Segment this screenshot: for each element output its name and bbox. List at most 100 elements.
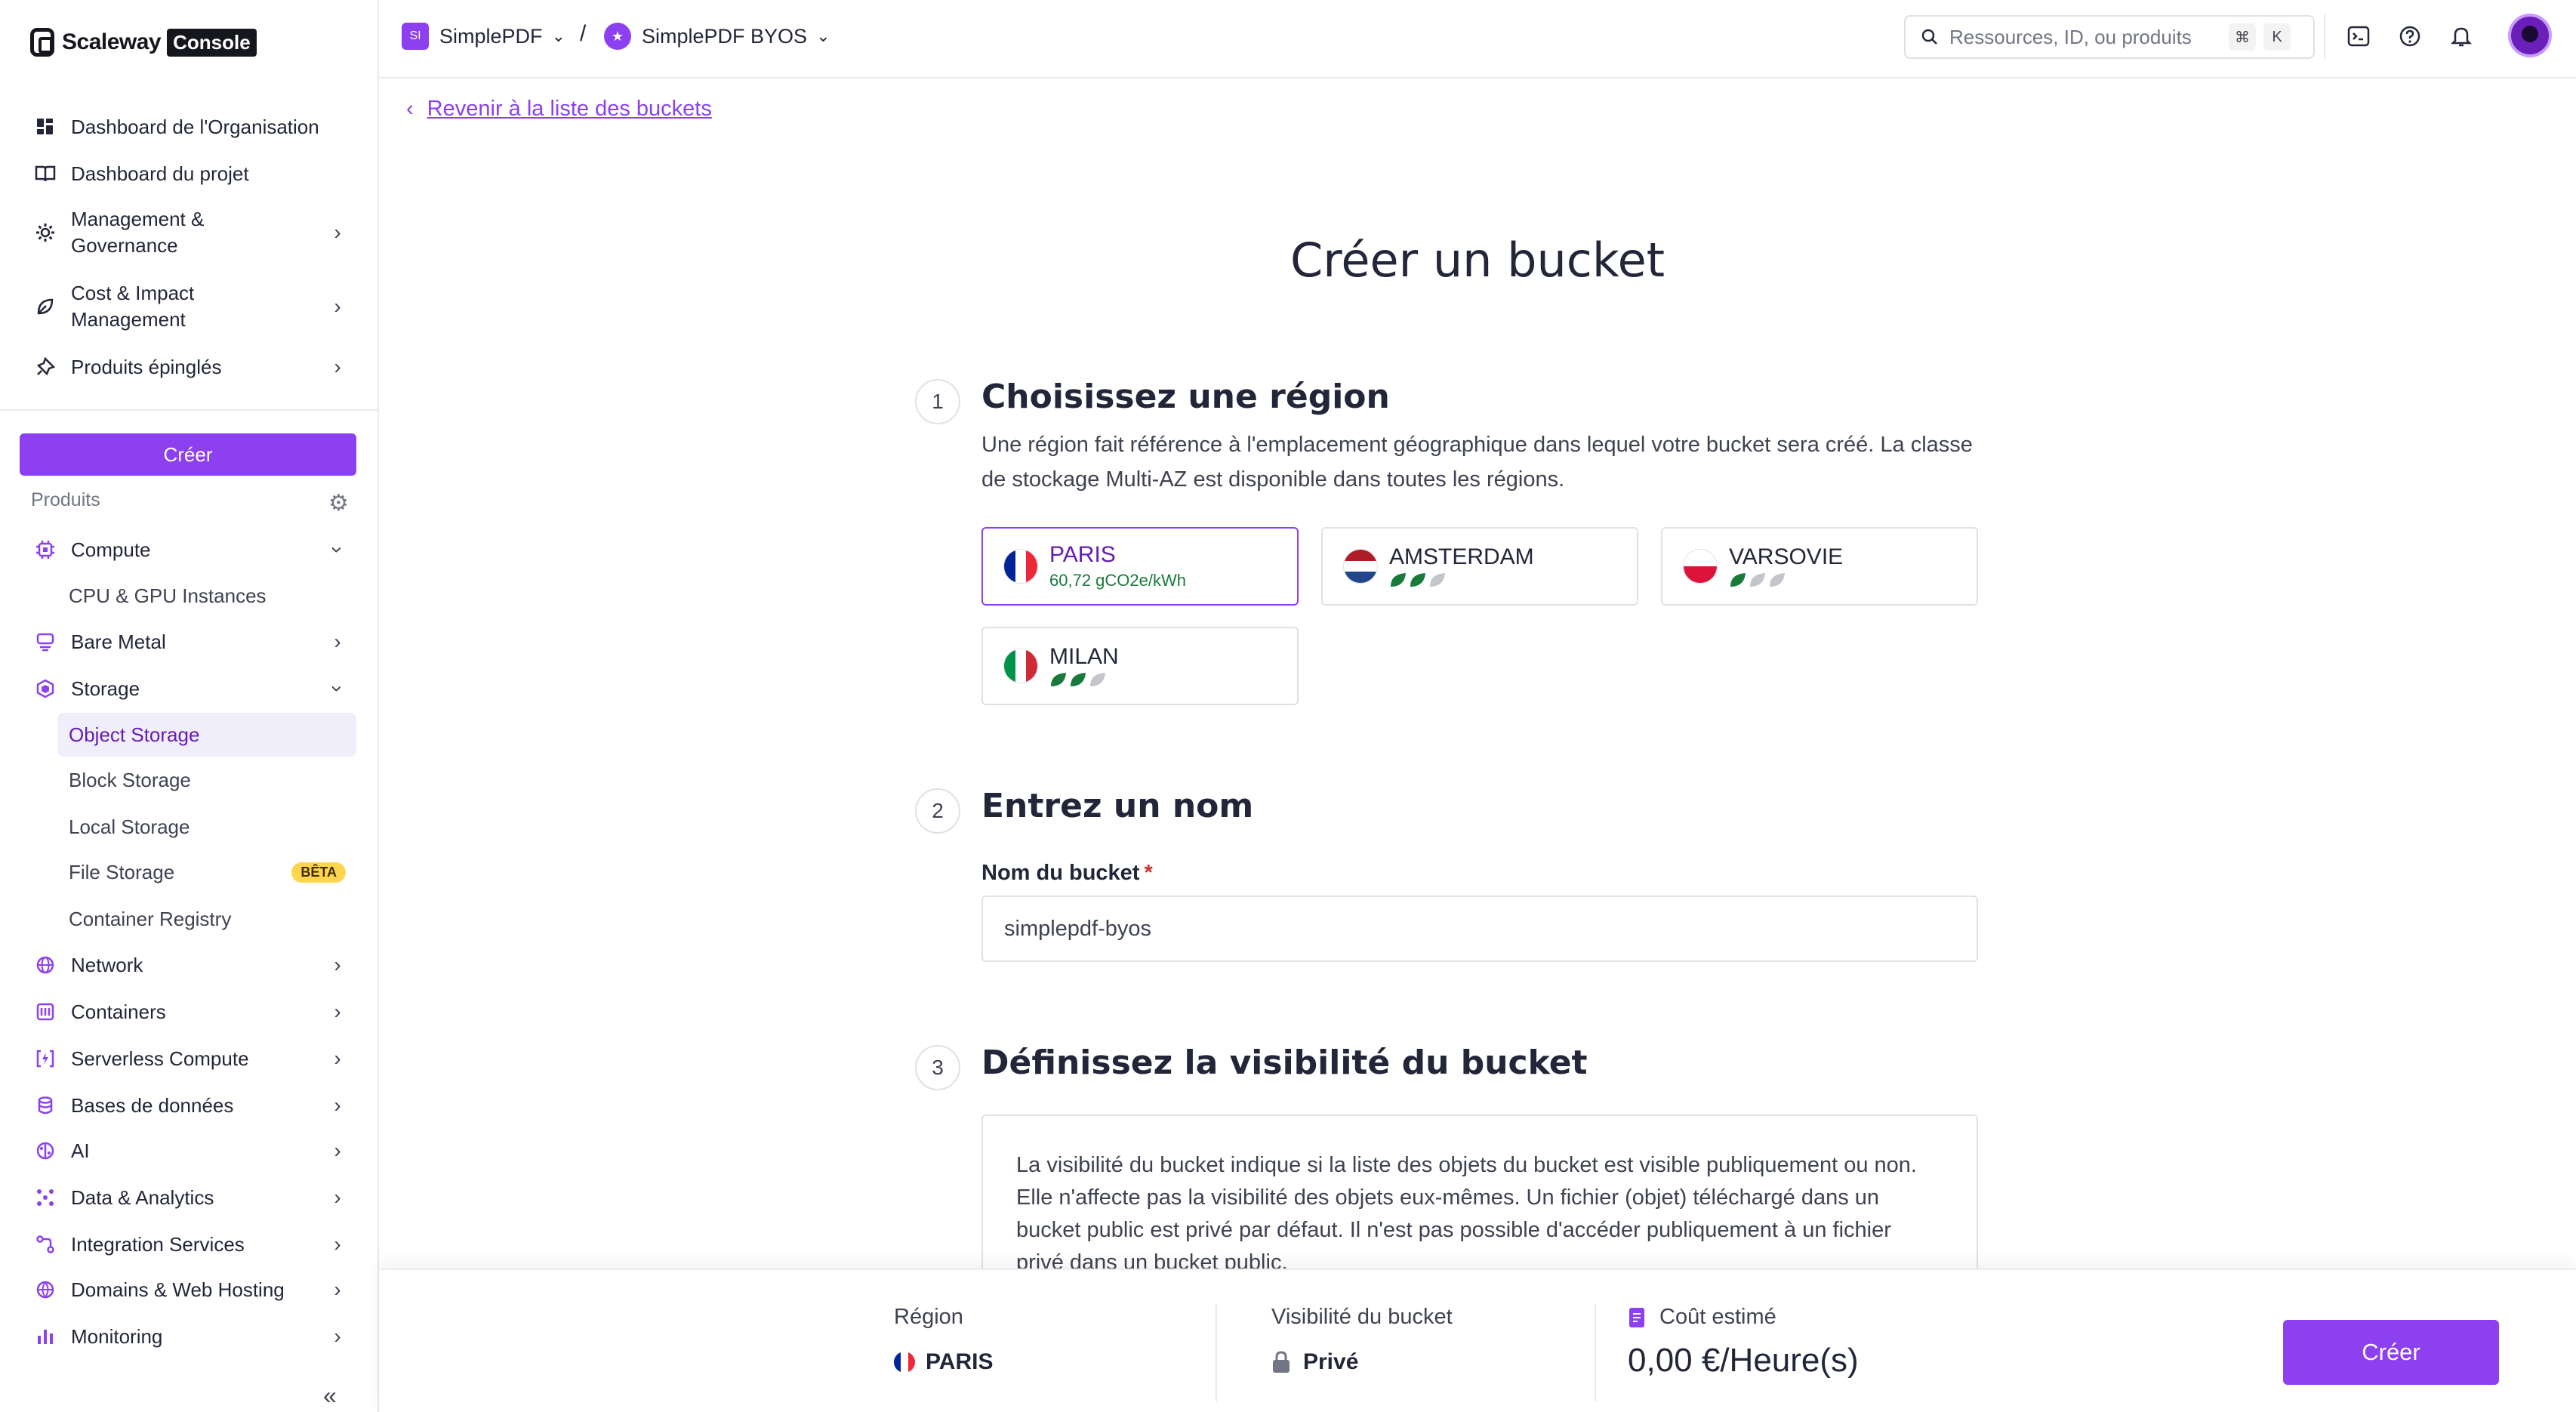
help-icon[interactable] (2396, 23, 2423, 50)
server-icon (32, 628, 59, 655)
project-star-icon: ★ (604, 23, 631, 50)
leaf-icon (1430, 573, 1445, 587)
domains-icon (32, 1276, 59, 1303)
sidebar-item-label: Produits épinglés (71, 355, 222, 378)
france-flag-icon (1004, 550, 1037, 583)
org-dashboard-icon (32, 113, 59, 140)
organization-selector[interactable]: SI SimplePDF ⌄ (402, 23, 565, 50)
container-icon (32, 998, 59, 1025)
leaf-icon (1750, 573, 1765, 587)
terminal-icon[interactable] (2345, 23, 2372, 50)
sidebar-item-databases[interactable]: Bases de données › (20, 1092, 356, 1119)
sidebar-item-serverless-compute[interactable]: Serverless Compute › (20, 1045, 356, 1072)
chevron-left-icon: ‹ (406, 97, 414, 121)
summary-cost-label: Coût estimé (1659, 1305, 1776, 1329)
chevron-down-icon: › (326, 685, 350, 692)
region-co2: 60,72 gCO2e/kWh (1049, 571, 1186, 590)
search-icon (1921, 29, 1937, 45)
sidebar-item-storage[interactable]: Storage › (20, 675, 356, 702)
eco-rating (1729, 572, 1843, 588)
chevron-right-icon: › (334, 1047, 341, 1070)
sidebar-item-org-dashboard[interactable]: Dashboard de l'Organisation (20, 113, 356, 140)
database-icon (32, 1092, 59, 1119)
hexagon-icon (32, 675, 59, 702)
sidebar-subitem-object-storage[interactable]: Object Storage (57, 713, 356, 757)
region-card-amsterdam[interactable]: AMSTERDAM (1321, 527, 1638, 606)
org-avatar: SI (402, 23, 429, 50)
scaleway-logo[interactable]: Scaleway Console (30, 27, 257, 57)
step-title: Choisissez une région (981, 378, 1390, 416)
sidebar-item-label: Serverless Compute (71, 1047, 249, 1070)
create-bucket-button[interactable]: Créer (2283, 1320, 2499, 1385)
sidebar-subitem-file-storage[interactable]: File Storage BÊTA (57, 850, 356, 894)
back-to-buckets-link[interactable]: ‹ Revenir à la liste des buckets (406, 97, 712, 122)
sidebar-item-integration-services[interactable]: Integration Services › (20, 1231, 356, 1258)
sidebar-divider (0, 409, 377, 411)
ai-icon (32, 1137, 59, 1164)
collapse-sidebar-icon[interactable]: « (323, 1382, 337, 1410)
sidebar-item-data-analytics[interactable]: Data & Analytics › (20, 1184, 356, 1211)
leaf-icon (1391, 573, 1406, 587)
project-selector[interactable]: ★ SimplePDF BYOS ⌄ (604, 23, 830, 50)
sidebar-item-cost-impact[interactable]: Cost & Impact Management › (20, 279, 356, 334)
sidebar-subitem-container-registry[interactable]: Container Registry (57, 897, 356, 941)
sidebar-item-containers[interactable]: Containers › (20, 998, 356, 1025)
sidebar-item-project-dashboard[interactable]: Dashboard du projet (20, 160, 356, 187)
leaf-icon (32, 293, 59, 320)
step-title: Définissez la visibilité du bucket (981, 1044, 1588, 1082)
products-heading: Produits (31, 489, 100, 510)
book-icon (32, 160, 59, 187)
required-mark: * (1144, 861, 1153, 885)
step-title: Entrez un nom (981, 787, 1254, 825)
products-settings-icon[interactable]: ⚙ (328, 490, 349, 516)
analytics-icon (32, 1184, 59, 1211)
sidebar-subitem-block-storage[interactable]: Block Storage (57, 758, 356, 802)
sidebar-subitem-label: File Storage (69, 860, 175, 883)
sidebar-subitem-cpu-gpu-instances[interactable]: CPU & GPU Instances (57, 574, 356, 618)
bucket-name-input[interactable] (981, 896, 1978, 962)
search-input[interactable] (1949, 25, 2221, 49)
chevron-down-icon: › (326, 546, 350, 553)
sidebar-item-pinned-products[interactable]: Produits épinglés › (20, 353, 356, 381)
leaf-icon (1051, 673, 1066, 686)
sidebar-item-label: Domains & Web Hosting (71, 1278, 285, 1301)
notifications-bell-icon[interactable] (2448, 23, 2475, 50)
sidebar-subitem-label: Block Storage (69, 768, 191, 791)
sidebar-subitem-label: Container Registry (69, 907, 232, 930)
sidebar-item-label: Bare Metal (71, 630, 166, 653)
shortcut-cmd-key: ⌘ (2229, 23, 2256, 51)
user-avatar[interactable] (2508, 14, 2552, 57)
chip-icon (32, 536, 59, 563)
sidebar-item-label: Cost & Impact Management (71, 282, 195, 331)
breadcrumb-separator: / (580, 21, 587, 46)
sidebar-item-compute[interactable]: Compute › (20, 536, 356, 563)
pin-icon (32, 353, 59, 381)
bucket-name-label-text: Nom du bucket (981, 861, 1140, 885)
chevron-right-icon: › (334, 1278, 341, 1301)
summary-cost-value: 0,00 €/Heure(s) (1628, 1342, 1859, 1379)
sidebar-item-network[interactable]: Network › (20, 951, 356, 979)
region-card-paris[interactable]: PARIS 60,72 gCO2e/kWh (981, 527, 1299, 606)
region-description: Une région fait référence à l'emplacemen… (981, 433, 1973, 492)
global-search[interactable]: ⌘ K (1904, 15, 2315, 59)
chevron-right-icon: › (334, 1139, 341, 1162)
sidebar-item-monitoring[interactable]: Monitoring › (20, 1323, 356, 1350)
shortcut-k-key: K (2263, 23, 2291, 51)
chevron-right-icon: › (334, 630, 341, 653)
sidebar-subitem-local-storage[interactable]: Local Storage (57, 805, 356, 849)
sidebar-item-label: Compute (71, 538, 151, 561)
sidebar-item-bare-metal[interactable]: Bare Metal › (20, 628, 356, 655)
sidebar-item-domains-web-hosting[interactable]: Domains & Web Hosting › (20, 1276, 356, 1303)
sidebar-item-label: Data & Analytics (71, 1185, 214, 1209)
sidebar-create-button[interactable]: Créer (20, 433, 356, 476)
sidebar-subitem-label: Local Storage (69, 815, 190, 838)
sidebar-item-ai[interactable]: AI › (20, 1137, 356, 1164)
back-link-label: Revenir à la liste des buckets (427, 97, 712, 121)
poland-flag-icon (1684, 550, 1717, 583)
beta-badge: BÊTA (291, 862, 346, 883)
region-card-milan[interactable]: MILAN (981, 627, 1299, 705)
region-card-varsovie[interactable]: VARSOVIE (1661, 527, 1978, 606)
france-flag-icon (894, 1352, 915, 1373)
eco-rating (1049, 671, 1119, 688)
sidebar-item-management-governance[interactable]: Management & Governance › (20, 205, 356, 260)
